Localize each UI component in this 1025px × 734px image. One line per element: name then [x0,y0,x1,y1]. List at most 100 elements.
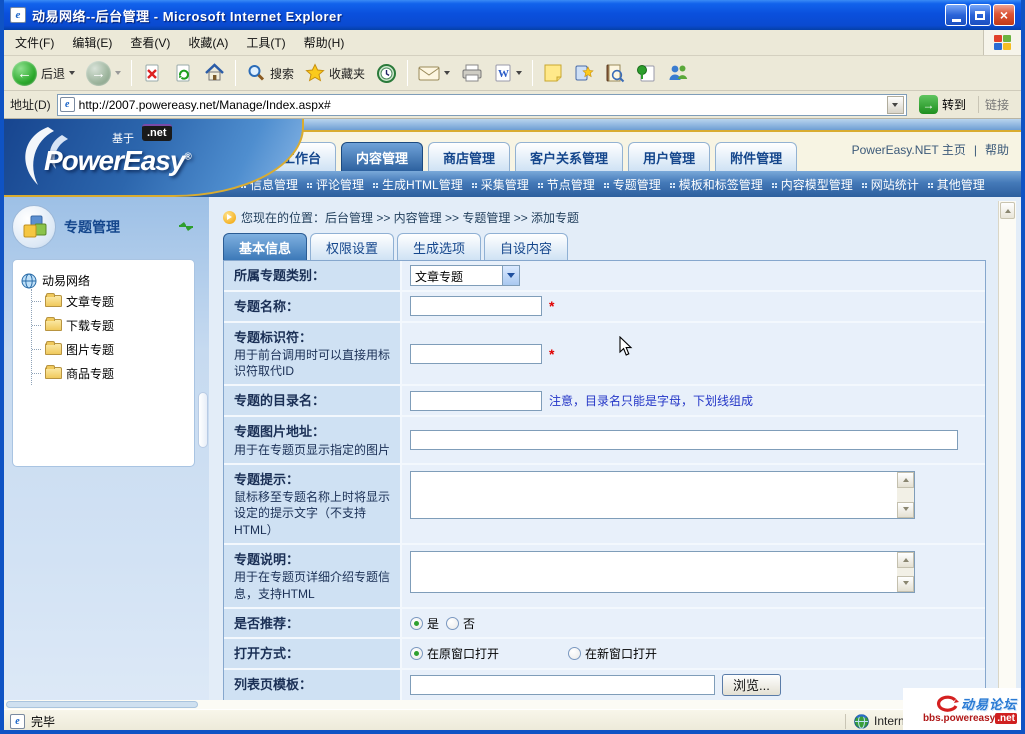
breadcrumb: 您现在的位置：后台管理 >> 内容管理 >> 专题管理 >> 添加专题 [223,207,993,227]
search-button[interactable]: 搜索 [242,61,298,85]
tab-custom-content[interactable]: 自设内容 [484,233,568,260]
media-button[interactable] [570,61,598,85]
menu-view[interactable]: 查看(V) [121,30,179,55]
description-textarea[interactable] [410,551,915,593]
scroll-up-button[interactable] [897,552,914,568]
discuss-button[interactable] [632,61,660,85]
forum-watermark: 动易论坛 bbs.powereasy.net [903,688,1021,730]
subnav-template[interactable]: 模板和标签管理 [670,176,763,193]
toolbar: ← 后退 → 搜索 收藏夹 [4,56,1021,91]
scroll-down-button[interactable] [897,576,914,592]
search-icon [246,63,266,83]
mail-button[interactable] [414,62,454,84]
research-icon [605,63,625,83]
subnav-stats[interactable]: 网站统计 [862,176,919,193]
edit-icon: W [494,63,512,83]
open-same-window-radio[interactable] [410,647,423,660]
subnav-model[interactable]: 内容模型管理 [772,176,853,193]
powereasy-home-link[interactable]: PowerEasy.NET 主页 [852,141,966,158]
name-input[interactable] [410,296,542,316]
tree-item-product[interactable]: 商品专题 [32,361,186,385]
tree-root-node[interactable]: 动易网络 [21,272,186,289]
stop-button[interactable] [138,61,166,85]
edit-button[interactable]: W [490,61,526,85]
links-label[interactable]: 链接 [978,96,1015,113]
help-link[interactable]: 帮助 [985,141,1009,158]
refresh-button[interactable] [169,61,197,85]
subnav-html[interactable]: 生成HTML管理 [373,176,463,193]
scroll-up-button[interactable] [1000,202,1015,219]
tree-item-picture[interactable]: 图片专题 [32,337,186,361]
address-input[interactable]: e http://2007.powereasy.net/Manage/Index… [57,94,907,116]
select-dropdown-button[interactable] [502,266,519,285]
subnav-collect[interactable]: 采集管理 [472,176,529,193]
horizontal-scrollbar[interactable] [4,700,998,709]
maximize-button[interactable] [969,4,991,26]
subnav-node[interactable]: 节点管理 [538,176,595,193]
subnav-comment[interactable]: 评论管理 [307,176,364,193]
description-label: 专题说明： [234,552,299,567]
tab-generate-options[interactable]: 生成选项 [397,233,481,260]
close-button[interactable]: × [993,4,1015,26]
recommend-yes-radio[interactable] [410,617,423,630]
messenger-icon [667,63,689,83]
tab-content-management[interactable]: 内容管理 [341,142,423,171]
minimize-button[interactable] [945,4,967,26]
favorites-button[interactable]: 收藏夹 [301,61,369,85]
identifier-input[interactable] [410,344,542,364]
image-url-input[interactable] [410,430,958,450]
notes-icon [543,63,563,83]
go-button[interactable]: → 转到 [913,93,972,116]
site-header: 我的工作台 内容管理 商店管理 客户关系管理 用户管理 附件管理 PowerEa… [4,119,1021,197]
research-button[interactable] [601,61,629,85]
horizontal-scroll-thumb[interactable] [6,701,198,708]
recommend-no-radio[interactable] [446,617,459,630]
menu-favorites[interactable]: 收藏(A) [179,30,237,55]
tree-item-download[interactable]: 下载专题 [32,313,186,337]
vertical-scrollbar[interactable] [998,201,1016,709]
form-tabs: 基本信息 权限设置 生成选项 自设内容 [223,233,993,260]
windows-flag-icon [983,30,1021,55]
subnav-other[interactable]: 其他管理 [928,176,985,193]
forward-button[interactable]: → [82,59,125,88]
tab-crm-management[interactable]: 客户关系管理 [515,142,623,171]
tip-textarea[interactable] [410,471,915,519]
watermark-title: 动易论坛 [961,694,1017,713]
messenger-button[interactable] [663,61,693,85]
tree-item-article[interactable]: 文章专题 [32,289,186,313]
category-select[interactable]: 文章专题 [410,265,520,286]
subnav-special[interactable]: 专题管理 [604,176,661,193]
refresh-tree-icon[interactable] [177,219,195,235]
menu-help[interactable]: 帮助(H) [295,30,354,55]
history-button[interactable] [372,61,401,86]
open-new-window-radio[interactable] [568,647,581,660]
tab-user-management[interactable]: 用户管理 [628,142,710,171]
dirname-note: 注意，目录名只能是字母，下划线组成 [549,392,753,409]
tab-shop-management[interactable]: 商店管理 [428,142,510,171]
tab-attachment-management[interactable]: 附件管理 [715,142,797,171]
address-dropdown[interactable] [887,96,904,114]
address-label: 地址(D) [10,96,51,113]
menu-tools[interactable]: 工具(T) [237,30,294,55]
print-button[interactable] [457,61,487,85]
menu-file[interactable]: 文件(F) [6,30,63,55]
list-template-input[interactable] [410,675,715,695]
tab-permission[interactable]: 权限设置 [310,233,394,260]
dotnet-badge: .net [142,124,172,141]
browser-window: e 动易网络--后台管理 - Microsoft Internet Explor… [0,0,1025,734]
breadcrumb-arrow-icon [223,211,236,224]
scroll-up-button[interactable] [897,472,914,488]
sidebar-scroll-thumb[interactable] [198,392,208,448]
sidebar: 专题管理 动易网络 文章专题 下载专题 图片专题 商品专题 [4,197,209,709]
notes-button[interactable] [539,61,567,85]
tab-basic-info[interactable]: 基本信息 [223,233,307,260]
dirname-input[interactable] [410,391,542,411]
back-button[interactable]: ← 后退 [8,59,79,88]
page-viewport: 我的工作台 内容管理 商店管理 客户关系管理 用户管理 附件管理 PowerEa… [4,119,1021,709]
home-button[interactable] [200,61,229,85]
browse-button[interactable]: 浏览... [722,674,781,696]
menu-edit[interactable]: 编辑(E) [63,30,121,55]
scroll-down-button[interactable] [897,502,914,518]
home-icon [204,63,225,83]
sidebar-scrollbar[interactable] [197,197,208,709]
